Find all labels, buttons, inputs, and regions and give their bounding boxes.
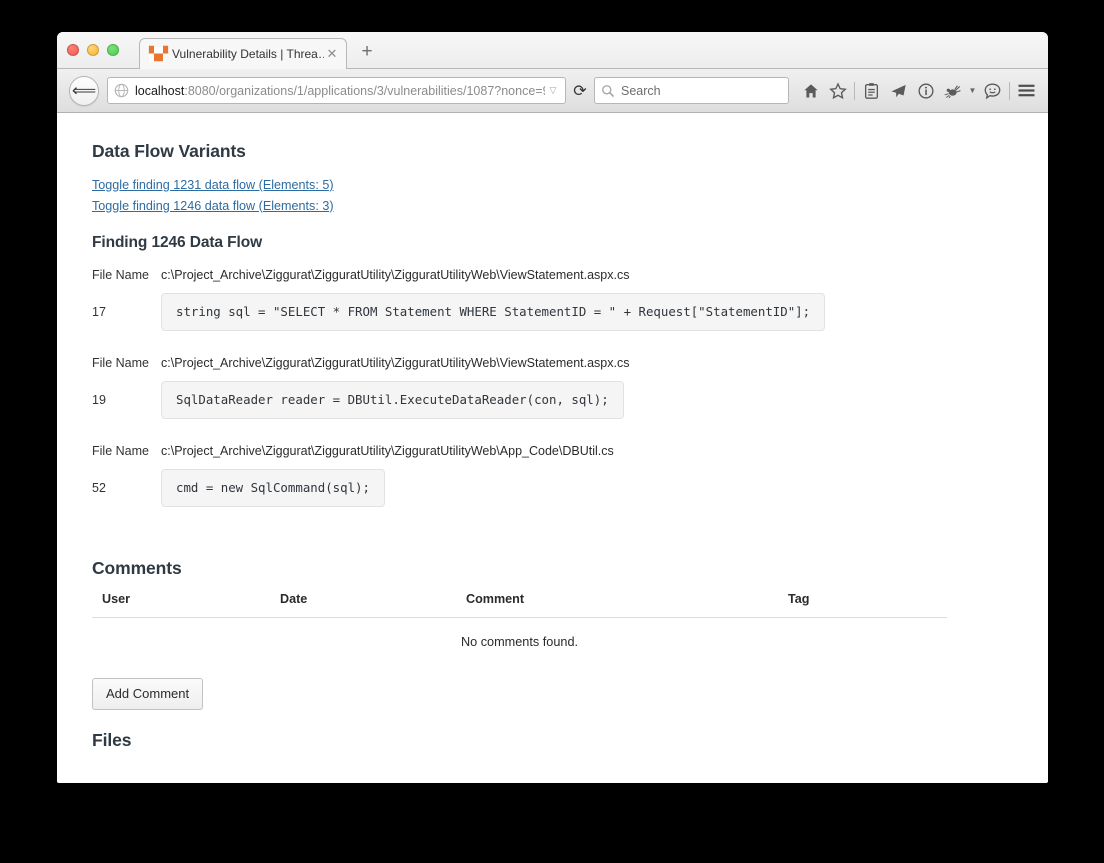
url-path: :8080/organizations/1/applications/3/vul… bbox=[184, 83, 545, 98]
bug-dropdown-caret-icon[interactable]: ▼ bbox=[966, 77, 979, 105]
tab-title: Vulnerability Details | Threa… bbox=[172, 47, 324, 61]
search-bar[interactable] bbox=[594, 77, 789, 104]
comments-header-row: User Date Comment Tag bbox=[92, 592, 947, 618]
data-flow-entry: File Name c:\Project_Archive\Ziggurat\Zi… bbox=[92, 444, 1013, 510]
send-paper-plane-icon[interactable] bbox=[885, 77, 912, 105]
favicon-glyph: ▚▞ bbox=[149, 46, 168, 62]
tab-strip: ▚▞ Vulnerability Details | Threa… ✕ + bbox=[57, 32, 1048, 69]
toggle-finding-1246-link[interactable]: Toggle finding 1246 data flow (Elements:… bbox=[92, 196, 334, 217]
hamburger-menu-icon[interactable] bbox=[1013, 77, 1040, 105]
comments-empty-row: No comments found. bbox=[92, 618, 947, 649]
window-close-button[interactable] bbox=[67, 44, 79, 56]
file-name-value: c:\Project_Archive\Ziggurat\ZigguratUtil… bbox=[161, 444, 614, 458]
code-snippet: string sql = "SELECT * FROM Statement WH… bbox=[161, 292, 826, 332]
bug-icon[interactable] bbox=[939, 77, 966, 105]
reader-list-icon[interactable] bbox=[858, 77, 885, 105]
toolbar-divider-2 bbox=[1009, 81, 1010, 100]
search-icon bbox=[602, 84, 615, 97]
column-header-user: User bbox=[92, 592, 280, 618]
data-flow-entry: File Name c:\Project_Archive\Ziggurat\Zi… bbox=[92, 268, 1013, 334]
code-row: 52 cmd = new SqlCommand(sql); bbox=[92, 466, 1013, 510]
files-title: Files bbox=[92, 730, 132, 750]
window-controls bbox=[67, 44, 119, 56]
file-name-value: c:\Project_Archive\Ziggurat\ZigguratUtil… bbox=[161, 356, 630, 370]
file-name-label: File Name bbox=[92, 268, 149, 282]
arrow-left-icon: ⟸ bbox=[71, 80, 97, 101]
toolbar-icon-group: ▼ bbox=[797, 77, 1040, 105]
line-number: 52 bbox=[92, 481, 106, 495]
code-row: 19 SqlDataReader reader = DBUtil.Execute… bbox=[92, 378, 1013, 422]
column-header-date: Date bbox=[280, 592, 466, 618]
browser-tab-active[interactable]: ▚▞ Vulnerability Details | Threa… ✕ bbox=[139, 38, 347, 69]
search-input[interactable] bbox=[621, 83, 782, 98]
comments-title: Comments bbox=[92, 558, 182, 578]
home-icon[interactable] bbox=[797, 77, 824, 105]
code-snippet: SqlDataReader reader = DBUtil.ExecuteDat… bbox=[161, 380, 624, 420]
page-content: Data Flow Variants Toggle finding 1231 d… bbox=[57, 113, 1048, 751]
column-header-tag: Tag bbox=[788, 592, 947, 618]
navigation-toolbar: ⟸ localhost:8080/organizations/1/applica… bbox=[57, 69, 1048, 113]
close-icon[interactable]: ✕ bbox=[324, 46, 340, 62]
comments-section: Comments User Date Comment Tag No commen… bbox=[92, 558, 1013, 710]
window-minimize-button[interactable] bbox=[87, 44, 99, 56]
add-comment-button[interactable]: Add Comment bbox=[92, 678, 204, 710]
code-snippet: cmd = new SqlCommand(sql); bbox=[161, 468, 385, 508]
file-name-row: File Name c:\Project_Archive\Ziggurat\Zi… bbox=[92, 356, 1013, 370]
new-tab-button[interactable]: + bbox=[357, 42, 377, 63]
file-name-value: c:\Project_Archive\Ziggurat\ZigguratUtil… bbox=[161, 268, 630, 282]
page-viewport: Data Flow Variants Toggle finding 1231 d… bbox=[57, 113, 1048, 782]
browser-window: ▚▞ Vulnerability Details | Threa… ✕ + ⟸ … bbox=[57, 32, 1048, 783]
reload-icon[interactable]: ⟳ bbox=[566, 81, 594, 100]
window-maximize-button[interactable] bbox=[107, 44, 119, 56]
back-button[interactable]: ⟸ bbox=[69, 75, 99, 106]
no-comments-message: No comments found. bbox=[460, 635, 579, 649]
code-row: 17 string sql = "SELECT * FROM Statement… bbox=[92, 290, 1013, 334]
page-title-data-flow-variants: Data Flow Variants bbox=[92, 141, 246, 161]
comments-table: User Date Comment Tag No comments found. bbox=[92, 592, 947, 649]
url-text: localhost:8080/organizations/1/applicati… bbox=[135, 84, 545, 98]
url-host: localhost bbox=[135, 83, 185, 98]
globe-icon bbox=[114, 83, 129, 98]
data-flow-entry: File Name c:\Project_Archive\Ziggurat\Zi… bbox=[92, 356, 1013, 422]
file-name-row: File Name c:\Project_Archive\Ziggurat\Zi… bbox=[92, 444, 1013, 458]
toggle-finding-1231-link[interactable]: Toggle finding 1231 data flow (Elements:… bbox=[92, 175, 334, 196]
threadfix-logo-icon: ▚▞ bbox=[149, 46, 168, 62]
column-header-comment: Comment bbox=[466, 592, 788, 618]
line-number: 19 bbox=[92, 393, 106, 407]
url-input[interactable]: localhost:8080/organizations/1/applicati… bbox=[107, 77, 566, 104]
finding-data-flow-title: Finding 1246 Data Flow bbox=[92, 234, 263, 251]
info-circle-icon[interactable] bbox=[912, 77, 939, 105]
file-name-label: File Name bbox=[92, 356, 149, 370]
chevron-down-icon[interactable]: ▽ bbox=[545, 85, 561, 96]
toolbar-divider bbox=[854, 81, 855, 100]
file-name-row: File Name c:\Project_Archive\Ziggurat\Zi… bbox=[92, 268, 1013, 282]
file-name-label: File Name bbox=[92, 444, 149, 458]
line-number: 17 bbox=[92, 305, 106, 319]
bookmark-star-icon[interactable] bbox=[824, 77, 851, 105]
chat-smiley-icon[interactable] bbox=[979, 77, 1006, 105]
